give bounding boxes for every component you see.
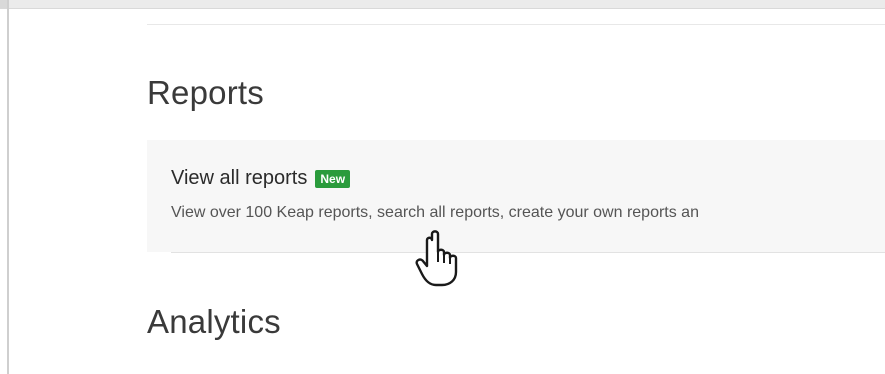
window-left-edge bbox=[7, 0, 9, 374]
analytics-heading: Analytics bbox=[147, 303, 281, 340]
card-divider bbox=[171, 252, 885, 253]
new-badge: New bbox=[315, 169, 351, 188]
hand-pointer-icon bbox=[415, 230, 458, 287]
view-all-reports-card[interactable]: View all reports New View over 100 Keap … bbox=[147, 140, 885, 252]
card-title-row: View all reports New bbox=[171, 167, 351, 190]
reports-description: View over 100 Keap reports, search all r… bbox=[171, 204, 699, 221]
section-divider bbox=[147, 24, 885, 25]
page-frame: Reports View all reports New View over 1… bbox=[0, 0, 885, 374]
window-top-edge bbox=[0, 0, 885, 9]
view-all-reports-link[interactable]: View all reports bbox=[171, 167, 307, 190]
reports-heading: Reports bbox=[147, 74, 264, 111]
